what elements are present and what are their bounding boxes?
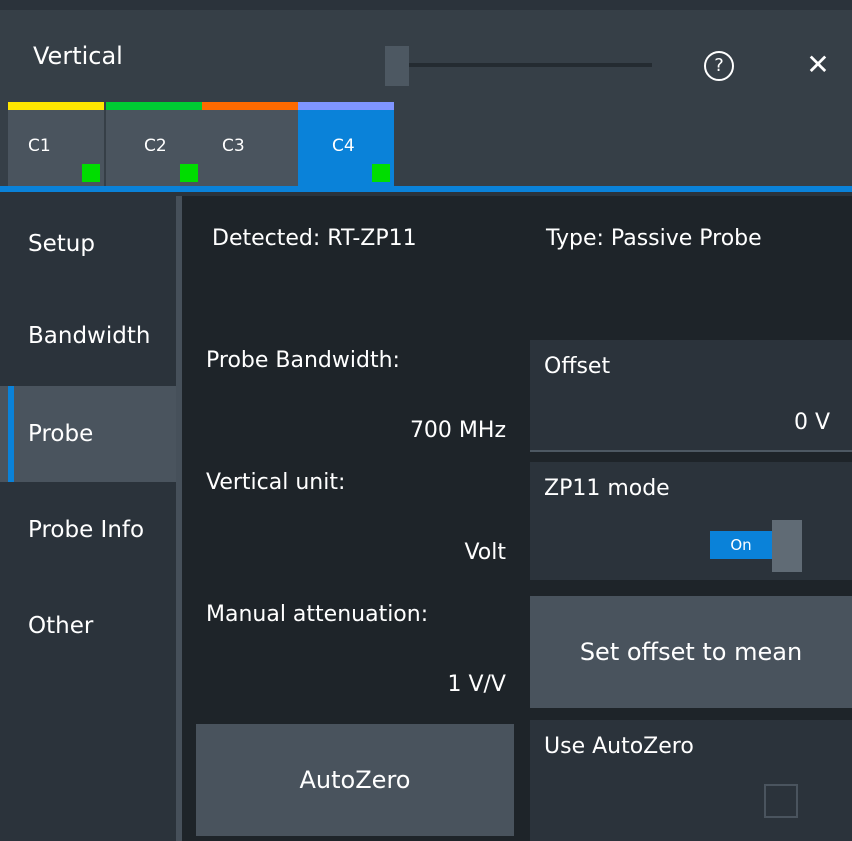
manual-attenuation-label: Manual attenuation: bbox=[206, 602, 429, 627]
tab-label: C4 bbox=[332, 136, 355, 156]
sidebar-item-label: Probe Info bbox=[28, 517, 145, 543]
sidebar-item-probe-info[interactable]: Probe Info bbox=[0, 482, 176, 578]
vertical-unit-label: Vertical unit: bbox=[206, 470, 346, 495]
zp11-mode-label: ZP11 mode bbox=[544, 476, 670, 501]
manual-attenuation-value: 1 V/V bbox=[447, 672, 506, 697]
tab-c4[interactable]: C4 bbox=[298, 102, 394, 186]
set-offset-to-mean-button[interactable]: Set offset to mean bbox=[530, 596, 852, 708]
vertical-unit-value: Volt bbox=[464, 540, 506, 565]
use-autozero-panel: Use AutoZero bbox=[530, 720, 852, 841]
tab-label: C1 bbox=[28, 136, 51, 156]
scroll-slider-track[interactable] bbox=[408, 63, 652, 67]
tab-c3[interactable]: C3 bbox=[202, 102, 298, 186]
offset-value: 0 V bbox=[793, 410, 830, 435]
channel-color-bar bbox=[202, 102, 298, 110]
use-autozero-checkbox[interactable] bbox=[764, 784, 798, 818]
probe-type: Type: Passive Probe bbox=[546, 226, 762, 251]
use-autozero-label: Use AutoZero bbox=[544, 734, 694, 759]
channel-color-bar bbox=[8, 102, 104, 110]
channel-on-indicator bbox=[180, 164, 198, 182]
probe-bandwidth-value: 700 MHz bbox=[409, 418, 506, 443]
offset-label: Offset bbox=[544, 354, 611, 379]
scroll-slider-thumb[interactable] bbox=[385, 46, 409, 86]
tab-label: C2 bbox=[144, 136, 167, 156]
probe-bandwidth-label: Probe Bandwidth: bbox=[206, 348, 400, 373]
active-marker bbox=[8, 386, 14, 482]
toggle-on-label: On bbox=[710, 531, 772, 559]
sidebar-item-label: Bandwidth bbox=[28, 323, 151, 350]
zp11-mode-panel: ZP11 mode On bbox=[530, 462, 852, 580]
sidebar-item-label: Other bbox=[28, 613, 94, 639]
sidebar-item-setup[interactable]: Setup bbox=[0, 196, 176, 292]
sidebar: Setup Bandwidth Probe Probe Info Other bbox=[0, 192, 176, 841]
tab-c2[interactable]: C2 bbox=[106, 102, 202, 186]
dialog-title: Vertical bbox=[33, 42, 123, 70]
offset-field[interactable]: Offset 0 V bbox=[530, 340, 852, 452]
channel-on-indicator bbox=[372, 164, 390, 182]
sidebar-item-other[interactable]: Other bbox=[0, 578, 176, 674]
tab-label: C3 bbox=[222, 136, 245, 156]
help-icon[interactable]: ? bbox=[704, 51, 734, 81]
zp11-mode-toggle[interactable]: On bbox=[710, 520, 804, 572]
vertical-dialog: Vertical ? ✕ C1 C2 C3 C4 Setup Bandwidth bbox=[0, 0, 852, 841]
sidebar-item-label: Setup bbox=[28, 231, 95, 257]
autozero-button[interactable]: AutoZero bbox=[196, 724, 514, 836]
close-icon[interactable]: ✕ bbox=[800, 47, 836, 83]
sidebar-item-label: Probe bbox=[28, 421, 94, 447]
sidebar-item-bandwidth[interactable]: Bandwidth bbox=[0, 292, 176, 388]
sidebar-item-probe[interactable]: Probe bbox=[0, 386, 176, 482]
channel-on-indicator bbox=[82, 164, 100, 182]
detected-probe: Detected: RT-ZP11 bbox=[212, 226, 417, 251]
title-bar: Vertical ? ✕ bbox=[0, 10, 852, 100]
channel-color-bar bbox=[298, 102, 394, 110]
offset-underline bbox=[530, 450, 852, 452]
toggle-knob[interactable] bbox=[772, 520, 802, 572]
tab-c1[interactable]: C1 bbox=[8, 102, 104, 186]
channel-color-bar bbox=[106, 102, 202, 110]
